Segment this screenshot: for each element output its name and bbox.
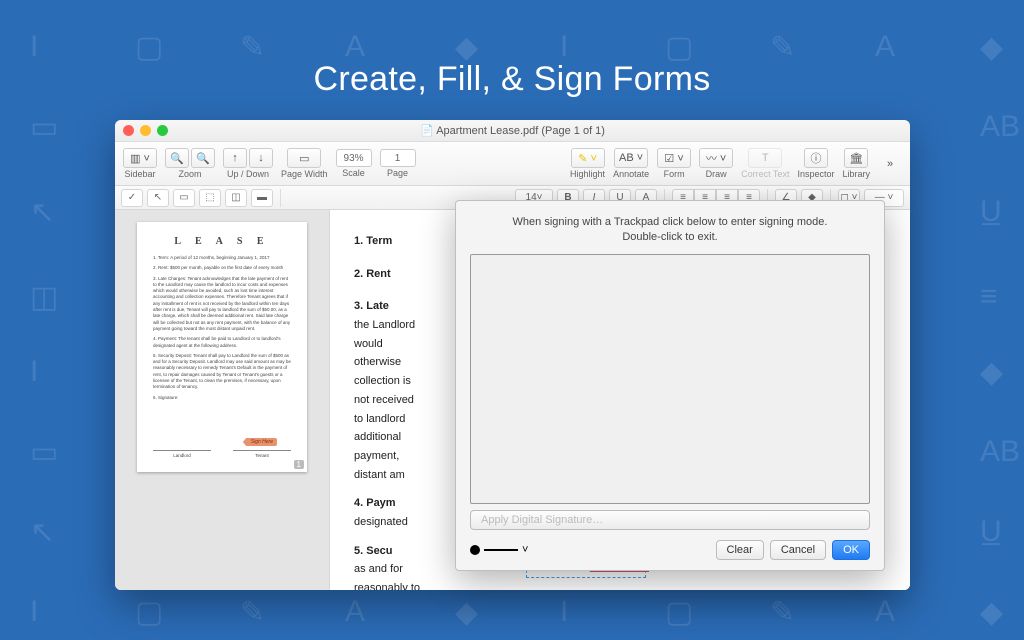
scale-label: Scale bbox=[342, 168, 365, 178]
draw-label: Draw bbox=[706, 169, 727, 179]
zoom-in-button[interactable]: 🔍 bbox=[191, 148, 215, 168]
titlebar: Apartment Lease.pdf (Page 1 of 1) bbox=[115, 120, 910, 142]
redact-tool[interactable]: ▬ bbox=[251, 189, 273, 207]
page-field[interactable]: 1 bbox=[380, 149, 416, 167]
dialog-instructions: When signing with a Trackpad click below… bbox=[470, 215, 870, 246]
chevron-down-icon: ˅ bbox=[522, 544, 528, 556]
close-icon[interactable] bbox=[123, 125, 134, 136]
dot-icon bbox=[470, 545, 480, 555]
scale-field[interactable]: 93% bbox=[336, 149, 372, 167]
correct-label: Correct Text bbox=[741, 169, 789, 179]
ok-button[interactable]: OK bbox=[832, 540, 870, 560]
pen-stroke-selector[interactable]: ˅ bbox=[470, 544, 528, 556]
updown-label: Up / Down bbox=[227, 169, 269, 179]
highlight-label: Highlight bbox=[570, 169, 605, 179]
maximize-icon[interactable] bbox=[157, 125, 168, 136]
zoom-label: Zoom bbox=[178, 169, 201, 179]
window-title: Apartment Lease.pdf (Page 1 of 1) bbox=[115, 124, 910, 137]
thumb-landlord-label: Landlord bbox=[153, 450, 211, 458]
thumbnails-sidebar: L E A S E 1. Term: A period of 12 months… bbox=[115, 210, 330, 590]
lasso-tool[interactable]: ⬚ bbox=[199, 189, 221, 207]
highlight-button[interactable]: ✎ ˅ bbox=[571, 148, 605, 168]
page-down-button[interactable]: ↓ bbox=[249, 148, 273, 168]
rect-tool[interactable]: ▭ bbox=[173, 189, 195, 207]
thumb-title: L E A S E bbox=[153, 236, 291, 247]
library-button[interactable]: 🏛 bbox=[844, 148, 868, 168]
inspector-button[interactable]: ⓘ bbox=[804, 148, 828, 168]
library-label: Library bbox=[842, 169, 870, 179]
inspector-label: Inspector bbox=[797, 169, 834, 179]
annotate-button[interactable]: AB ˅ bbox=[614, 148, 648, 168]
line-icon bbox=[484, 549, 518, 551]
pointer-tool[interactable]: ↖ bbox=[147, 189, 169, 207]
page-thumbnail[interactable]: L E A S E 1. Term: A period of 12 months… bbox=[137, 222, 307, 472]
annotate-label: Annotate bbox=[613, 169, 649, 179]
overflow-button[interactable]: » bbox=[878, 154, 902, 174]
signature-dialog: When signing with a Trackpad click below… bbox=[455, 200, 885, 571]
track-button[interactable]: ✓ bbox=[121, 189, 143, 207]
form-label: Form bbox=[664, 169, 685, 179]
page-label: Page bbox=[387, 168, 408, 178]
minimize-icon[interactable] bbox=[140, 125, 151, 136]
cancel-button[interactable]: Cancel bbox=[770, 540, 826, 560]
zoom-out-button[interactable]: 🔍 bbox=[165, 148, 189, 168]
signature-canvas[interactable] bbox=[470, 254, 870, 504]
correct-text-button: T bbox=[748, 148, 782, 168]
page-up-button[interactable]: ↑ bbox=[223, 148, 247, 168]
thumb-tenant-label: Tenant bbox=[233, 450, 291, 458]
draw-button[interactable]: 〰 ˅ bbox=[699, 148, 733, 168]
apply-digital-signature-button: Apply Digital Signature… bbox=[470, 510, 870, 530]
thumb-page-number: 1 bbox=[294, 460, 304, 469]
eraser-tool[interactable]: ◫ bbox=[225, 189, 247, 207]
clear-button[interactable]: Clear bbox=[716, 540, 764, 560]
hero-title: Create, Fill, & Sign Forms bbox=[0, 60, 1024, 99]
sidebar-label: Sidebar bbox=[124, 169, 155, 179]
page-width-button[interactable]: ▭ bbox=[287, 148, 321, 168]
form-button[interactable]: ☑ ˅ bbox=[657, 148, 691, 168]
pagewidth-label: Page Width bbox=[281, 169, 328, 179]
toolbar: ▥ ˅ Sidebar 🔍 🔍 Zoom ↑ ↓ Up / Down ▭ Pag… bbox=[115, 142, 910, 186]
sidebar-button[interactable]: ▥ ˅ bbox=[123, 148, 157, 168]
thumb-sign-here-tag: Sign Here bbox=[243, 438, 277, 446]
